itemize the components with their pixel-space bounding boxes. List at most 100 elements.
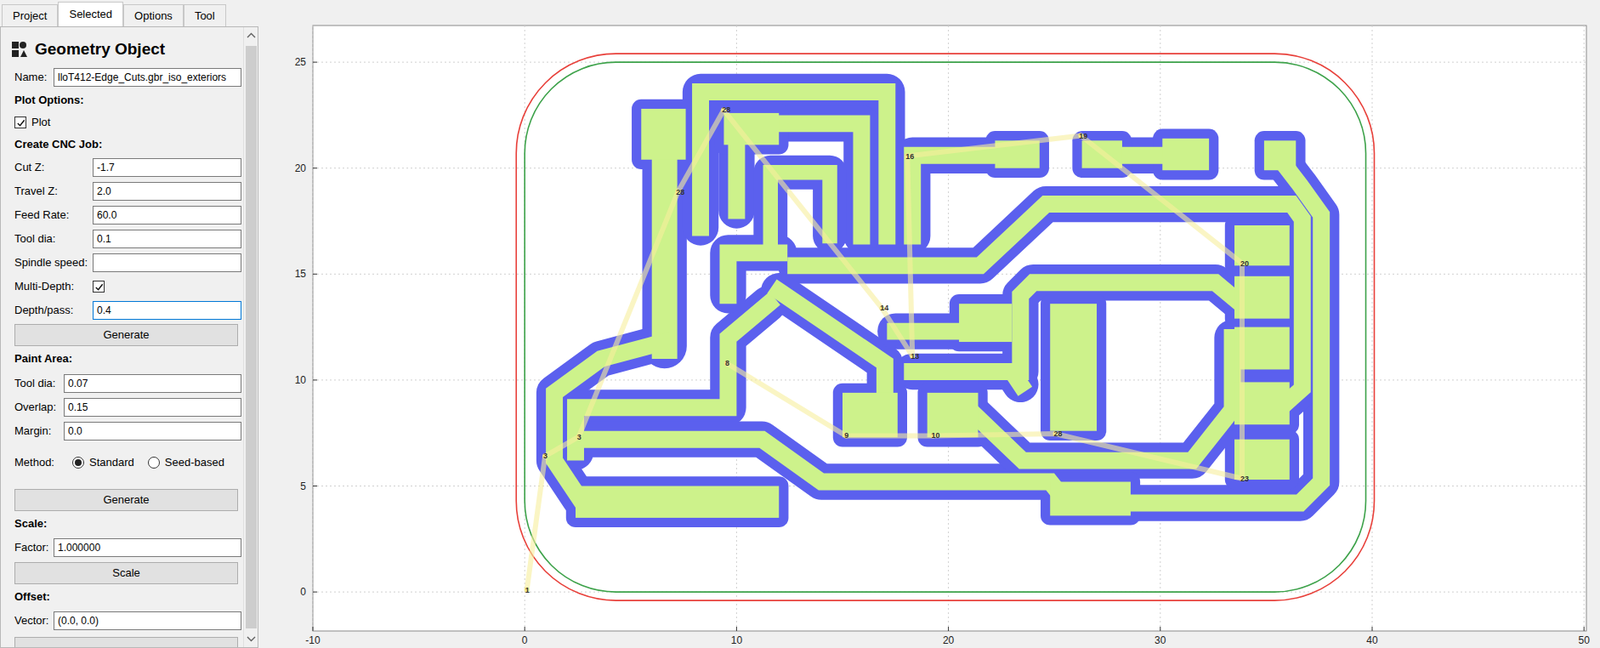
tab[interactable]: Options (123, 4, 184, 27)
tab-bar: ProjectSelectedOptionsTool (0, 0, 259, 27)
button[interactable]: Generate (14, 323, 239, 347)
svg-text:20: 20 (295, 162, 307, 175)
trace (575, 157, 1322, 503)
svg-text:25: 25 (295, 56, 307, 69)
svg-text:14: 14 (879, 303, 889, 313)
field-row: Spindle speed: (14, 250, 242, 275)
travel-point: 28 (1052, 429, 1062, 438)
scrollbar-thumb[interactable] (245, 45, 257, 629)
travel-point: 14 (879, 303, 889, 313)
svg-text:40: 40 (1366, 634, 1379, 647)
section-heading: Scale: (14, 510, 242, 537)
svg-text:8: 8 (725, 358, 730, 368)
field-row: Multi-Depth: (14, 274, 242, 299)
travel-point: 16 (904, 152, 914, 161)
field-row: Depth/pass:0.4 (14, 298, 242, 323)
svg-text:16: 16 (905, 152, 914, 161)
trace (778, 290, 886, 410)
field-row: Cut Z:-1.7 (14, 155, 242, 180)
pad (958, 303, 1012, 342)
travel-point: 8 (724, 358, 730, 368)
trace (912, 371, 1021, 385)
grid-line-x: 30 (1154, 25, 1167, 647)
factor-input[interactable]: 1.000000 (53, 538, 242, 557)
svg-text:23: 23 (1240, 474, 1249, 483)
travel-point: 3 (542, 451, 548, 460)
svg-text:3: 3 (577, 432, 582, 442)
travel-point: 3 (576, 432, 582, 442)
field-row: Tool dia:0.1 (14, 226, 242, 251)
cut-off-button[interactable] (14, 636, 239, 647)
grid-line-x: 50 (1578, 25, 1591, 647)
plot-canvas[interactable]: -100102030405005101520251332828141316192… (258, 0, 1600, 648)
board-outline (524, 62, 1366, 592)
section-heading: Create CNC Job: (14, 133, 242, 156)
app-window: ProjectSelectedOptionsToolGeometry Objec… (0, 0, 1600, 648)
pad (927, 392, 979, 437)
svg-text:13: 13 (910, 351, 920, 361)
svg-text:28: 28 (1053, 429, 1062, 438)
button[interactable]: Scale (14, 561, 239, 585)
svg-text:10: 10 (295, 374, 307, 386)
vector-input[interactable]: (0.0, 0.0) (53, 611, 242, 630)
svg-text:10: 10 (731, 634, 744, 647)
travel-point: 19 (1078, 131, 1088, 141)
radio-option[interactable]: Seed-based (147, 453, 225, 471)
pad (641, 108, 686, 160)
field-input[interactable]: 0.0 (63, 421, 242, 441)
field-row: Overlap:0.15 (14, 395, 242, 420)
copper-geometry (554, 91, 1322, 518)
scroll-up-icon[interactable] (243, 27, 259, 45)
name-input[interactable]: lloT412-Edge_Cuts.gbr_iso_exteriors (53, 68, 242, 87)
section-heading: Plot Options: (14, 89, 242, 112)
properties-panel: Geometry ObjectName:lloT412-Edge_Cuts.gb… (0, 26, 259, 648)
tab[interactable]: Selected (57, 1, 124, 27)
multi-depth-checkbox[interactable] (92, 280, 105, 293)
svg-text:5: 5 (300, 480, 307, 493)
svg-text:-10: -10 (305, 634, 321, 647)
field-row: Margin:0.0 (14, 419, 242, 443)
pad (1162, 138, 1209, 171)
pad (1049, 303, 1097, 432)
travel-path (527, 109, 1243, 590)
field-input[interactable]: 0.4 (92, 300, 242, 320)
scroll-down-icon[interactable] (243, 629, 259, 647)
field-input[interactable]: 0.07 (63, 374, 242, 393)
travel-point: 9 (843, 431, 849, 440)
grid-line-x: -10 (305, 25, 321, 647)
vector-row: Vector:(0.0, 0.0) (14, 609, 242, 632)
travel-point: 10 (930, 431, 940, 440)
field-input[interactable] (92, 253, 242, 273)
isolation-paths (554, 91, 1322, 528)
tab[interactable]: Project (1, 4, 58, 27)
svg-text:0: 0 (521, 634, 528, 647)
svg-text:30: 30 (1154, 634, 1167, 647)
tab[interactable]: Tool (183, 4, 227, 27)
check-icon (16, 118, 26, 128)
field-input[interactable]: 0.1 (92, 229, 242, 249)
factor-row: Factor:1.000000 (14, 536, 242, 559)
svg-text:15: 15 (295, 267, 307, 280)
svg-text:50: 50 (1578, 634, 1591, 647)
svg-text:20: 20 (1240, 259, 1249, 268)
trace (727, 252, 779, 296)
field-input[interactable]: -1.7 (92, 158, 242, 177)
button[interactable]: Generate (14, 488, 239, 511)
travel-point: 23 (1239, 474, 1249, 483)
field-input[interactable]: 60.0 (92, 205, 242, 225)
svg-text:20: 20 (942, 634, 955, 647)
trace (700, 91, 887, 236)
plot-checkbox[interactable] (14, 116, 27, 129)
svg-text:28: 28 (721, 105, 731, 114)
left-dock: ProjectSelectedOptionsToolGeometry Objec… (0, 0, 259, 648)
trace (895, 323, 970, 341)
svg-text:3: 3 (543, 451, 548, 460)
panel-title: Geometry Object (11, 34, 242, 65)
field-row: Tool dia:0.07 (14, 371, 242, 396)
pad (1049, 482, 1131, 517)
field-input[interactable]: 0.15 (63, 397, 242, 417)
field-input[interactable]: 2.0 (92, 181, 242, 201)
scrollbar[interactable] (243, 27, 258, 647)
radio-option[interactable]: Standard (72, 453, 135, 471)
travel-point: 1 (524, 585, 530, 595)
